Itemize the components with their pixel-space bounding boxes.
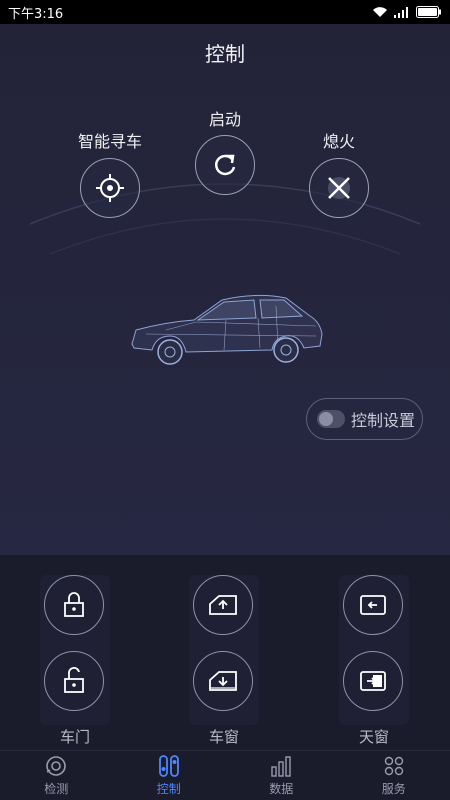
control-settings-button[interactable]: 控制设置 <box>306 398 423 440</box>
window-up-button[interactable] <box>193 575 253 635</box>
bar-chart-icon <box>271 756 291 777</box>
refresh-icon <box>214 154 236 176</box>
door-lock-button[interactable] <box>44 575 104 635</box>
control-icon <box>158 755 179 777</box>
tab-data-label: 数据 <box>269 782 294 796</box>
wifi-icon <box>373 7 387 17</box>
tab-service[interactable]: 服务 <box>338 751 450 800</box>
bottom-tab-bar: 检测 控制 数据 服务 <box>0 750 450 800</box>
sunroof-open-button[interactable] <box>343 651 403 711</box>
window-down-icon <box>209 671 237 691</box>
window-up-icon <box>209 595 237 615</box>
detect-icon <box>46 756 67 776</box>
settings-toggle[interactable] <box>317 410 345 428</box>
sunroof-open-icon <box>360 671 386 691</box>
tab-data[interactable]: 数据 <box>225 751 338 800</box>
crosshair-icon <box>96 174 124 202</box>
tab-control-label: 控制 <box>156 782 181 796</box>
dots-grid-icon <box>384 756 403 776</box>
tab-detect[interactable]: 检测 <box>0 751 113 800</box>
window-group-label: 车窗 <box>208 728 239 746</box>
tab-control[interactable]: 控制 <box>113 751 226 800</box>
quick-control-panel: 车门 车窗 天窗 <box>0 555 450 750</box>
find-car-button[interactable] <box>80 158 140 218</box>
car-image <box>131 294 323 365</box>
tab-detect-label: 检测 <box>44 782 69 796</box>
control-main: 控制 智能寻车 启动 熄火 控制设置 <box>0 24 450 555</box>
tab-service-label: 服务 <box>381 782 406 796</box>
sunroof-group-label: 天窗 <box>358 728 389 746</box>
window-down-button[interactable] <box>193 651 253 711</box>
door-unlock-button[interactable] <box>44 651 104 711</box>
find-car-label: 智能寻车 <box>77 132 142 151</box>
signal-icon <box>394 7 408 18</box>
stop-button[interactable] <box>309 158 369 218</box>
stop-label: 熄火 <box>322 132 355 151</box>
start-label: 启动 <box>208 110 241 129</box>
start-button[interactable] <box>195 135 255 195</box>
status-time: 下午3:16 <box>8 6 64 22</box>
sunroof-close-button[interactable] <box>343 575 403 635</box>
lock-icon <box>64 592 84 617</box>
page-title: 控制 <box>205 42 245 66</box>
unlock-icon <box>64 667 84 693</box>
status-icons <box>372 6 442 18</box>
sunroof-close-icon <box>360 595 386 615</box>
control-settings-label: 控制设置 <box>351 411 416 430</box>
battery-icon <box>416 6 441 18</box>
close-x-icon <box>328 177 350 199</box>
door-group-label: 车门 <box>59 728 90 746</box>
status-bar: 下午3:16 <box>0 0 450 24</box>
